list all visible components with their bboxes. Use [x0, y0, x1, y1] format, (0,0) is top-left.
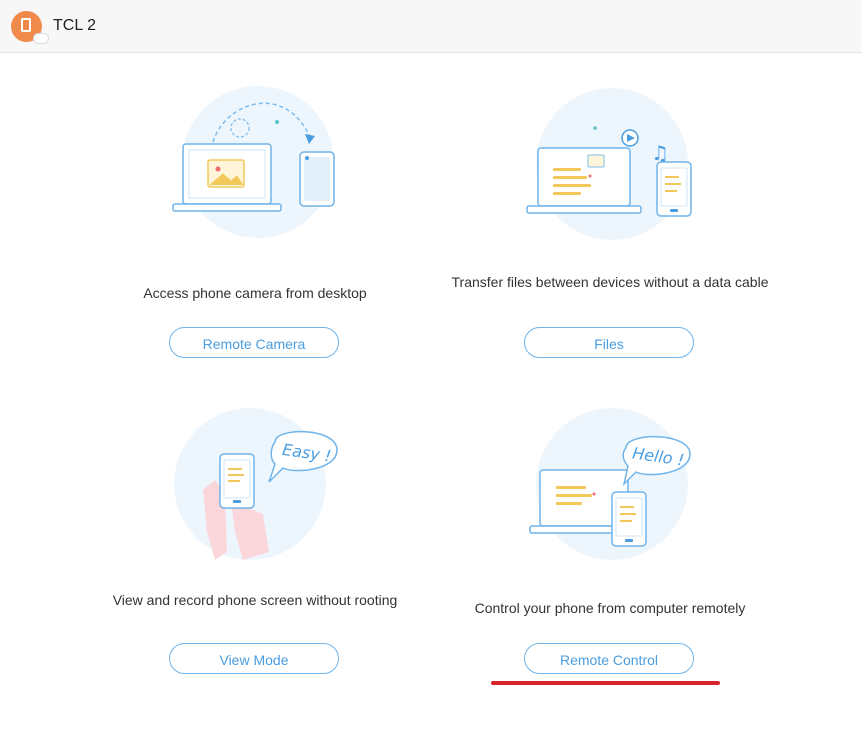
highlight-underline	[491, 681, 720, 685]
view-mode-button[interactable]: View Mode	[169, 643, 339, 674]
view-mode-illustration: Easy !	[174, 408, 338, 560]
remote-control-button[interactable]: Remote Control	[524, 643, 694, 674]
phone-device-icon[interactable]	[11, 11, 49, 44]
files-illustration: ♫	[526, 88, 692, 240]
remote-control-description: Control your phone from computer remotel…	[474, 600, 746, 616]
files-button[interactable]: Files	[524, 327, 694, 358]
files-description: Transfer files between devices without a…	[451, 274, 769, 290]
remote-control-illustration: Hello !	[529, 408, 691, 560]
header-bar: TCL 2	[0, 0, 862, 53]
remote-camera-description: Access phone camera from desktop	[143, 285, 367, 301]
camera-illustration	[172, 86, 335, 238]
device-name[interactable]: TCL 2	[53, 17, 96, 35]
remote-camera-button[interactable]: Remote Camera	[169, 327, 339, 358]
view-mode-description: View and record phone screen without roo…	[112, 592, 398, 608]
